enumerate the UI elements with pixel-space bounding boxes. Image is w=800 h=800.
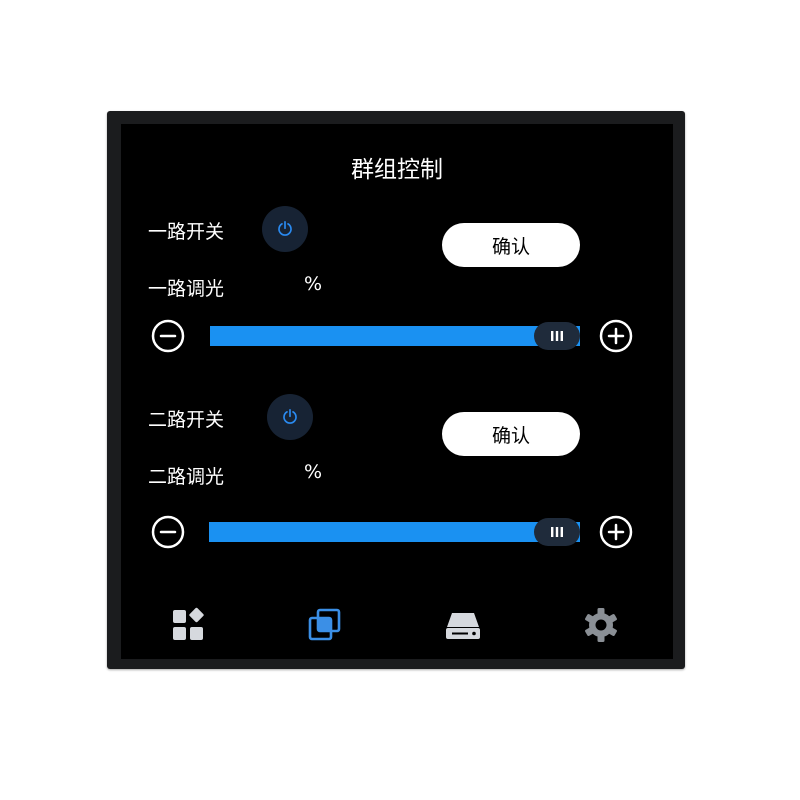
channel1-decrease-button[interactable]	[151, 319, 185, 353]
settings-gear-icon	[585, 608, 617, 642]
channel2-switch-label: 二路开关	[148, 409, 225, 431]
overlap-squares-icon	[308, 608, 341, 641]
slider-handle-icon	[551, 331, 563, 341]
channel2-slider-handle[interactable]	[534, 518, 580, 546]
storage-drive-icon	[446, 613, 480, 639]
nav-storage[interactable]	[443, 606, 483, 646]
channel1-percent-readout: %	[304, 273, 323, 295]
channel1-switch-label: 一路开关	[148, 221, 225, 243]
channel2-percent-readout: %	[304, 461, 323, 483]
nav-group-control[interactable]	[305, 605, 345, 645]
channel2-slider-fill	[209, 522, 580, 542]
channel1-slider-handle[interactable]	[534, 322, 580, 350]
plus-circle-icon	[599, 319, 633, 353]
panel-screen: 群组控制 一路开关 确认 一路调光 % 二路开关 确认 二路调光 %	[121, 124, 673, 659]
minus-circle-icon	[151, 319, 185, 353]
slider-handle-icon	[551, 527, 563, 537]
minus-circle-icon	[151, 515, 185, 549]
channel2-dimmer-slider[interactable]	[209, 518, 580, 546]
channel2-dim-label: 二路调光	[148, 466, 225, 488]
channel1-slider-fill	[210, 326, 580, 346]
channel1-dimmer-slider[interactable]	[210, 322, 580, 350]
channel2-increase-button[interactable]	[599, 515, 633, 549]
power-icon	[278, 221, 292, 236]
plus-circle-icon	[599, 515, 633, 549]
channel1-increase-button[interactable]	[599, 319, 633, 353]
nav-settings[interactable]	[581, 605, 621, 645]
channel2-decrease-button[interactable]	[151, 515, 185, 549]
channel2-confirm-button[interactable]: 确认	[442, 412, 580, 456]
grid-apps-icon	[173, 607, 204, 640]
power-icon	[283, 409, 297, 424]
nav-home[interactable]	[168, 605, 208, 645]
page-title: 群组控制	[351, 157, 443, 183]
channel1-dim-label: 一路调光	[148, 278, 225, 300]
channel2-power-button[interactable]	[267, 394, 313, 440]
channel1-power-button[interactable]	[262, 206, 308, 252]
channel1-confirm-button[interactable]: 确认	[442, 223, 580, 267]
